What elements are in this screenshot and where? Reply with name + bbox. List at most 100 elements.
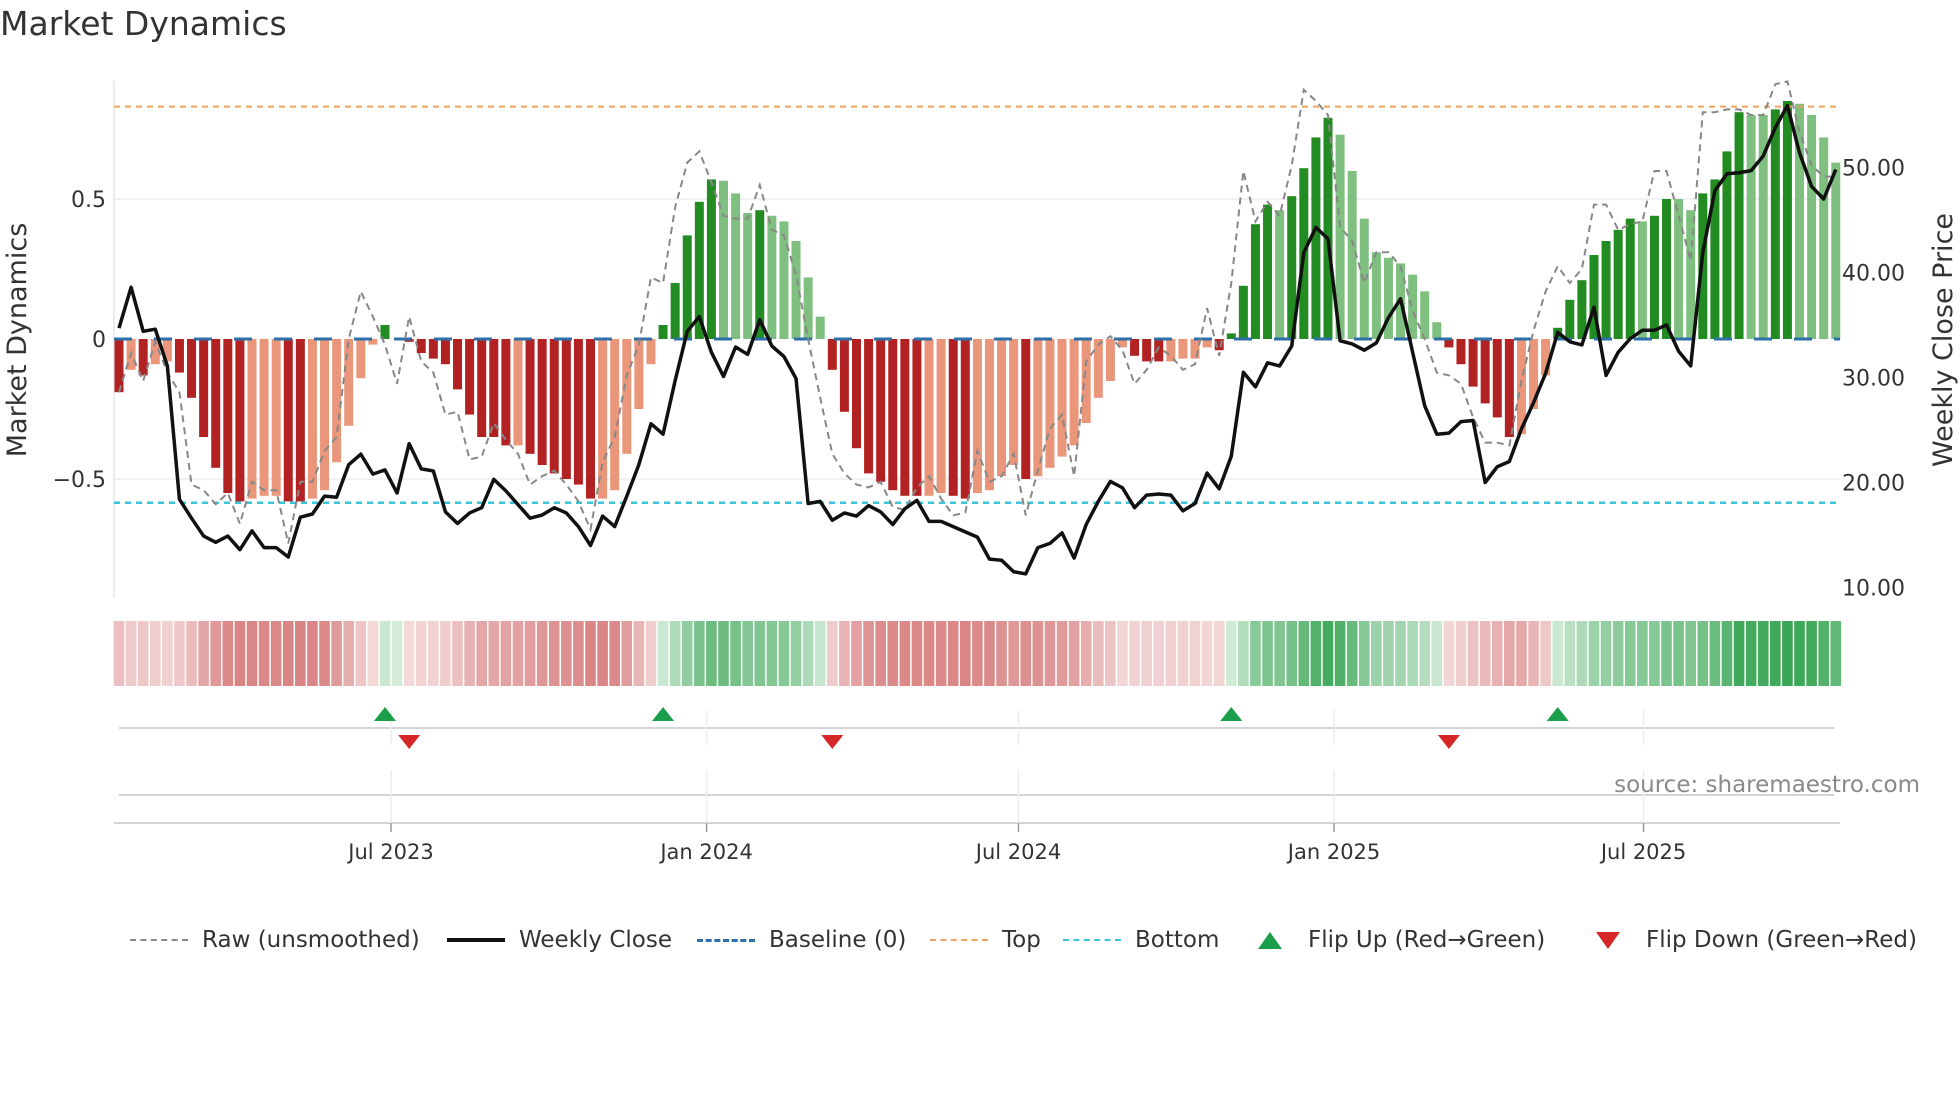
strip-cell bbox=[1431, 621, 1443, 686]
dynamics-bar bbox=[1770, 109, 1780, 340]
dynamics-bar bbox=[1480, 339, 1490, 404]
flip-down-marker bbox=[398, 735, 421, 749]
legend-label: Bottom bbox=[1135, 927, 1220, 953]
dynamics-bar bbox=[549, 339, 559, 474]
dynamics-bar bbox=[851, 339, 861, 449]
strip-cell bbox=[1443, 621, 1455, 686]
strip-cell bbox=[1383, 621, 1394, 686]
dynamics-bar bbox=[1662, 199, 1672, 339]
strip-cell bbox=[1153, 621, 1165, 686]
strip-cell bbox=[1201, 621, 1213, 686]
dynamics-bar bbox=[791, 241, 801, 339]
dynamics-bar bbox=[465, 339, 475, 415]
y2-tick-label: 50.00 bbox=[1842, 157, 1905, 182]
dynamics-bar bbox=[295, 339, 305, 502]
regime-strip bbox=[113, 621, 1842, 686]
strip-cell bbox=[1129, 621, 1140, 686]
dynamics-bar bbox=[1782, 101, 1792, 339]
dynamics-bar bbox=[984, 339, 994, 491]
strip-cell bbox=[561, 621, 572, 686]
y-tick-label: −0.5 bbox=[53, 468, 106, 493]
strip-cell bbox=[1552, 621, 1564, 686]
dynamics-bar bbox=[972, 339, 982, 493]
y-axis-label: Market Dynamics bbox=[2, 223, 33, 458]
dynamics-bar bbox=[223, 339, 233, 493]
dynamics-bar bbox=[815, 316, 825, 339]
dynamics-bar bbox=[1021, 339, 1031, 479]
dynamics-bar bbox=[199, 339, 209, 437]
y-tick-label: 0 bbox=[92, 328, 106, 353]
dynamics-bar bbox=[586, 339, 596, 499]
strip-cell bbox=[1105, 621, 1116, 686]
dynamics-bar bbox=[839, 339, 849, 412]
dynamics-bar bbox=[634, 339, 644, 409]
strip-cell bbox=[440, 621, 451, 686]
strip-cell bbox=[1782, 621, 1793, 686]
top-line-swatch bbox=[930, 939, 988, 941]
strip-cell bbox=[1334, 621, 1346, 686]
strip-cell bbox=[476, 621, 487, 686]
dynamics-bar bbox=[1565, 299, 1575, 339]
strip-cell bbox=[960, 621, 971, 686]
strip-cell bbox=[1080, 621, 1092, 686]
strip-cell bbox=[210, 621, 222, 686]
strip-cell bbox=[1286, 621, 1298, 686]
strip-cell bbox=[149, 621, 161, 686]
dynamics-bar bbox=[743, 213, 753, 339]
strip-cell bbox=[331, 621, 342, 686]
source-label: source: sharemaestro.com bbox=[1614, 772, 1920, 798]
dynamics-bar bbox=[1504, 339, 1514, 437]
dynamics-bar bbox=[1637, 221, 1647, 339]
strip-cell bbox=[1479, 621, 1491, 686]
x-tick-label: Jul 2025 bbox=[1599, 840, 1686, 864]
strip-cell bbox=[1346, 621, 1358, 686]
strip-cell bbox=[1262, 621, 1273, 686]
strip-cell bbox=[1165, 621, 1177, 686]
strip-cell bbox=[258, 621, 270, 686]
dynamics-bar bbox=[235, 339, 245, 502]
dynamics-bar bbox=[1081, 339, 1091, 423]
y2-tick-label: 40.00 bbox=[1842, 262, 1905, 287]
strip-cell bbox=[766, 621, 778, 686]
strip-cell bbox=[645, 621, 657, 686]
strip-cell bbox=[1056, 621, 1068, 686]
strip-cell bbox=[113, 621, 125, 686]
strip-cell bbox=[282, 621, 294, 686]
dynamics-bar bbox=[1105, 339, 1115, 381]
dynamics-bar bbox=[1275, 210, 1285, 339]
dynamics-bar bbox=[211, 339, 221, 468]
strip-cell bbox=[1806, 621, 1817, 686]
flip-up-marker bbox=[652, 707, 675, 721]
dynamics-bar bbox=[561, 339, 571, 479]
strip-cell bbox=[125, 621, 137, 686]
dynamics-bar bbox=[138, 339, 148, 376]
strip-cell bbox=[1141, 621, 1152, 686]
strip-cell bbox=[1371, 621, 1382, 686]
dynamics-bar bbox=[912, 339, 922, 496]
dynamics-bar bbox=[1746, 115, 1756, 339]
dynamics-bar bbox=[1130, 339, 1140, 356]
dynamics-bar bbox=[489, 339, 499, 437]
strip-cell bbox=[1685, 621, 1696, 686]
strip-cell bbox=[1564, 621, 1576, 686]
dynamics-bar bbox=[948, 339, 958, 496]
flip-up-marker bbox=[1220, 707, 1243, 721]
strip-cell bbox=[1624, 621, 1636, 686]
strip-cell bbox=[343, 621, 355, 686]
dynamics-bar bbox=[1613, 229, 1623, 339]
flip-up-marker bbox=[373, 707, 396, 721]
strip-cell bbox=[984, 621, 995, 686]
dynamics-bar bbox=[1819, 137, 1829, 339]
strip-cell bbox=[1358, 621, 1370, 686]
dynamics-bar bbox=[646, 339, 656, 365]
dynamics-bar bbox=[1009, 339, 1019, 465]
dynamics-bar bbox=[706, 179, 716, 339]
flip-markers: Jul 2023 Jan 2024 Jul 2024 Jan 2025 Jul 2025 bbox=[114, 707, 1840, 864]
strip-cell bbox=[355, 621, 367, 686]
strip-cell bbox=[1757, 621, 1769, 686]
strip-cell bbox=[669, 621, 681, 686]
dynamics-bar bbox=[501, 339, 511, 446]
triangle-down-icon bbox=[1596, 931, 1620, 949]
strip-cell bbox=[270, 621, 282, 686]
strip-cell bbox=[452, 621, 463, 686]
